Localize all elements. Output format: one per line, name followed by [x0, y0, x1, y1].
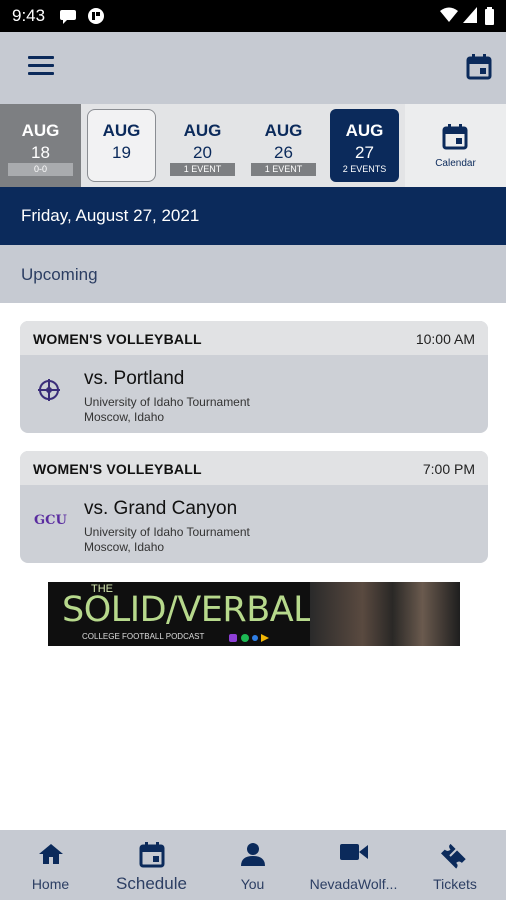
date-month: AUG [345, 121, 384, 140]
nav-label: Home [31, 876, 70, 892]
home-icon [38, 844, 63, 864]
status-bar: 9:43 [0, 0, 506, 32]
calendar-icon [139, 842, 164, 868]
calendar-icon[interactable] [466, 54, 492, 80]
date-cell-aug-27[interactable]: AUG 27 2 EVENTS [324, 104, 405, 187]
date-strip: AUG 18 0-0 AUG 19 AUG 20 1 EVENT AUG 26 … [0, 104, 506, 187]
nav-schedule[interactable]: Schedule [101, 830, 202, 900]
date-cell-aug-26[interactable]: AUG 26 1 EVENT [243, 104, 324, 187]
date-month: AUG [264, 121, 303, 140]
calendar-label: Calendar [435, 158, 476, 169]
battery-icon [485, 7, 494, 25]
date-cell-aug-20[interactable]: AUG 20 1 EVENT [162, 104, 243, 187]
person-icon [240, 843, 265, 866]
video-camera-icon [339, 844, 368, 860]
nav-label: Schedule [116, 874, 187, 893]
date-event-badge: 1 EVENT [251, 163, 316, 176]
section-title: Upcoming [21, 265, 98, 284]
date-event-badge: 1 EVENT [170, 163, 235, 176]
event-card-header: WOMEN'S VOLLEYBALL 7:00 PM [20, 451, 488, 485]
event-time: 7:00 PM [422, 461, 475, 477]
ticket-icon [441, 843, 466, 869]
event-card-header: WOMEN'S VOLLEYBALL 10:00 AM [20, 321, 488, 355]
portland-pilots-logo-icon [38, 379, 60, 401]
event-name: University of Idaho Tournament [84, 395, 250, 409]
event-time: 10:00 AM [415, 331, 475, 347]
podcast-ad-banner[interactable]: THE SOLID/VERBAL COLLEGE FOOTBALL PODCAS… [48, 582, 460, 646]
calendar-icon [442, 124, 468, 150]
ad-title: SOLID/VERBAL [62, 590, 313, 630]
date-cell-aug-18[interactable]: AUG 18 0-0 [0, 104, 81, 187]
nav-tickets[interactable]: Tickets [404, 830, 506, 900]
event-opponent: vs. Portland [84, 368, 185, 389]
event-location: Moscow, Idaho [84, 410, 165, 424]
event-opponent: vs. Grand Canyon [84, 498, 238, 519]
ad-subtitle: COLLEGE FOOTBALL PODCAST [82, 632, 205, 641]
nav-nevadawolf[interactable]: NevadaWolf... [303, 830, 404, 900]
event-card[interactable]: WOMEN'S VOLLEYBALL 7:00 PM GCU vs. Grand… [20, 451, 488, 563]
selected-date-bar: Friday, August 27, 2021 [0, 187, 506, 245]
date-day: 27 [355, 143, 374, 162]
nav-label: NevadaWolf... [309, 876, 398, 892]
nav-home[interactable]: Home [0, 830, 101, 900]
event-location: Moscow, Idaho [84, 540, 165, 554]
status-time: 9:43 [12, 6, 46, 25]
date-month: AUG [102, 121, 141, 140]
nav-label: Tickets [433, 876, 477, 892]
date-day: 26 [274, 143, 293, 162]
podcast-platform-icons [229, 634, 269, 642]
wifi-icon [440, 7, 458, 22]
calendar-button[interactable]: Calendar [405, 104, 506, 187]
date-month: AUG [21, 121, 60, 140]
date-cell-aug-19[interactable]: AUG 19 [81, 104, 162, 187]
date-day: 20 [193, 143, 212, 162]
date-month: AUG [183, 121, 222, 140]
nav-label: You [240, 876, 265, 892]
event-card[interactable]: WOMEN'S VOLLEYBALL 10:00 AM vs. Portland… [20, 321, 488, 433]
ad-photo [310, 582, 460, 646]
signal-icon [463, 7, 477, 23]
app-bar [0, 32, 506, 104]
gcu-logo-icon: GCU [34, 513, 67, 528]
date-event-badge: 2 EVENTS [342, 164, 387, 174]
event-sport: WOMEN'S VOLLEYBALL [33, 331, 202, 347]
date-record-badge: 0-0 [8, 163, 73, 176]
section-header: Upcoming [0, 245, 506, 303]
menu-icon[interactable] [28, 56, 54, 78]
event-sport: WOMEN'S VOLLEYBALL [33, 461, 202, 477]
date-day: 19 [112, 143, 131, 162]
message-icon [60, 10, 76, 24]
app-notification-icon [88, 8, 104, 24]
selected-date: Friday, August 27, 2021 [21, 206, 200, 225]
event-name: University of Idaho Tournament [84, 525, 250, 539]
nav-you[interactable]: You [202, 830, 303, 900]
bottom-navigation: Home Schedule You NevadaWolf... Tickets [0, 830, 506, 900]
date-day: 18 [31, 143, 50, 162]
